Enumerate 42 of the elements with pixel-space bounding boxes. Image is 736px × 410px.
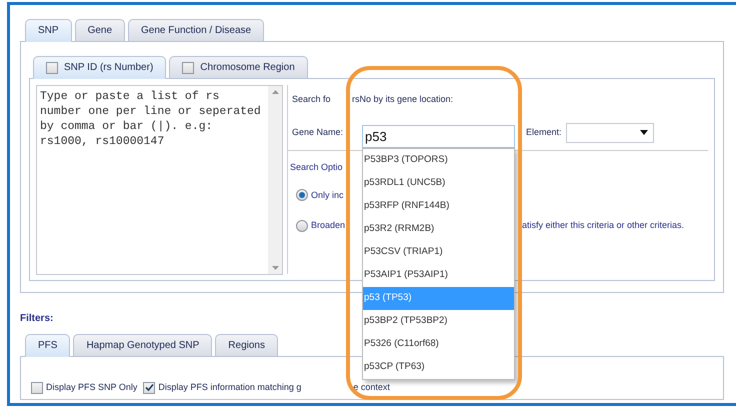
tab[interactable]: Chromosome Region <box>169 56 308 79</box>
suggestion-item[interactable]: p53RFP (RNF144B) <box>363 195 514 218</box>
element-label: Element: <box>526 126 562 139</box>
radio-button[interactable] <box>296 189 308 202</box>
suggestion-item[interactable]: P53BP3 (TOPORS) <box>363 149 514 172</box>
down-arrow-icon <box>272 266 278 270</box>
tab[interactable]: Gene <box>74 19 126 42</box>
suggestion-item[interactable]: p53CP (TP63) <box>363 356 514 379</box>
element-dropdown[interactable] <box>566 122 654 142</box>
tab[interactable]: PFS <box>25 334 70 357</box>
suggestion-item[interactable]: p53BP2 (TP53BP2) <box>363 310 514 333</box>
tab[interactable]: SNP ID (rs Number) <box>33 56 166 79</box>
checkmark-icon <box>144 383 154 392</box>
suggestion-item[interactable]: p53R2 (RRM2B) <box>363 218 514 241</box>
filters-heading: Filters: <box>20 312 54 326</box>
checkbox-label: Display PFS SNP Only <box>46 381 138 394</box>
rs-number-textarea[interactable]: Type or paste a list of rs number one per line or seperated by comma or bar (|). e.g: rs1000, rs10000147 <box>36 85 283 275</box>
tab[interactable]: Hapmap Genotyped SNP <box>73 334 212 357</box>
checkbox[interactable] <box>31 382 43 394</box>
checkbox[interactable] <box>143 382 156 394</box>
gene-name-label: Gene Name: <box>292 126 344 139</box>
placeholder-text: Type or paste a list of rs number one per line or seperated by comma or bar (|). e.g: rs1000, rs10000147 <box>39 89 262 150</box>
checkbox[interactable] <box>46 62 58 74</box>
up-arrow-icon <box>272 90 278 94</box>
tab[interactable]: SNP <box>25 19 72 42</box>
checkbox-label: Display PFS information matching g <box>158 381 302 394</box>
gene-name-field[interactable]: p53 <box>362 125 515 148</box>
option-description: atisfy either this criteria or other criterias. <box>522 219 684 232</box>
caret-icon <box>640 130 648 135</box>
tab[interactable]: Regions <box>215 334 278 357</box>
radio-button[interactable] <box>296 220 308 232</box>
section-heading: Search fo <box>292 93 332 106</box>
checkbox[interactable] <box>182 62 194 74</box>
section-heading: Search Optio <box>290 162 343 172</box>
radio-label: Broaden <box>311 219 346 232</box>
suggestion-item[interactable]: P53CSV (TRIAP1) <box>363 241 514 264</box>
suggestion-item[interactable]: P5326 (C11orf68) <box>363 333 514 356</box>
suggestion-item[interactable]: p53RDL1 (UNC5B) <box>363 172 514 195</box>
section-heading: rsNo by its gene location: <box>352 93 454 106</box>
radio-label: Only inc <box>311 188 345 202</box>
tab[interactable]: Gene Function / Disease <box>128 19 264 42</box>
suggestion-item[interactable]: P53AIP1 (P53AIP1) <box>363 264 514 287</box>
